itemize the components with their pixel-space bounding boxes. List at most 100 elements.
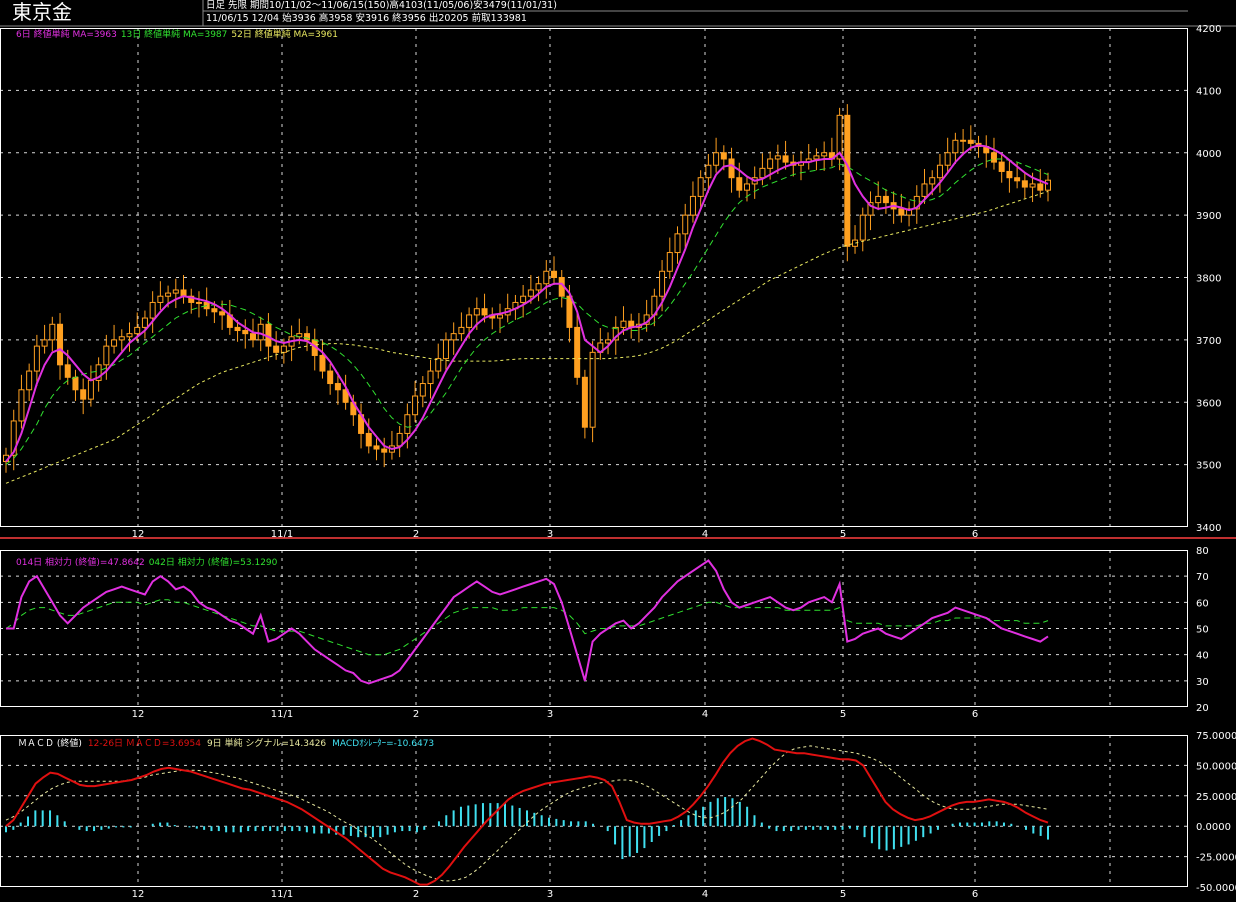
candle-body <box>365 432 372 447</box>
legend-rsi14: 014日 相対力 (終値)=47.8642 <box>16 556 145 568</box>
candle-body <box>327 370 334 385</box>
candle-body <box>1045 179 1051 191</box>
x-tick-label: 5 <box>840 889 846 900</box>
candle-body <box>103 345 110 366</box>
candle-body <box>466 314 473 328</box>
candle-body <box>551 270 558 279</box>
candle-body <box>126 333 133 338</box>
candle-body <box>496 314 503 319</box>
candle-body <box>713 152 720 166</box>
candle-body <box>450 333 457 341</box>
candle-body <box>882 195 889 204</box>
y-tick-label: 40 <box>1196 651 1209 662</box>
x-tick-label: 3 <box>547 889 553 900</box>
candle-body <box>998 161 1005 172</box>
candle-body <box>990 152 997 163</box>
macd-histogram <box>5 797 1049 860</box>
x-tick-label: 4 <box>702 889 708 900</box>
y-tick-label: 4200 <box>1196 24 1221 35</box>
candle-body <box>64 364 71 378</box>
rsi14-line <box>6 559 1049 685</box>
candle-body <box>535 283 542 291</box>
candle-body <box>1021 180 1028 188</box>
legend-macd: 12-26日 ＭＡＣＤ=3.6954 <box>88 738 201 749</box>
candle-body <box>157 295 164 303</box>
legend-ma52: 52日 終値単純 MA=3961 <box>231 28 338 40</box>
y-tick-label: 60 <box>1196 598 1209 609</box>
candle-body <box>18 389 25 422</box>
candle-body <box>921 183 928 197</box>
macd-panel: 75.0000 50.0000 25.0000 0.0000 -25.0000 -50.0… <box>0 731 1236 900</box>
candle-body <box>172 289 179 294</box>
legend-ma13: 13日 終値単純 MA=3987 <box>121 28 228 40</box>
candle-body <box>280 345 287 353</box>
candle-body <box>689 195 696 216</box>
candle-body <box>242 330 249 335</box>
candle-body <box>33 345 40 372</box>
candle-body <box>697 177 704 197</box>
candle-body <box>1029 183 1036 188</box>
candle-body <box>728 158 735 179</box>
candle-body <box>273 345 280 353</box>
y-tick-label: -50.0000 <box>1196 883 1236 894</box>
candle-body <box>211 308 218 313</box>
candle-body <box>234 326 241 332</box>
x-tick-label: 11/1 <box>271 889 293 900</box>
candle-body <box>952 139 959 154</box>
candle-body <box>49 323 56 341</box>
macd-panel-border <box>0 735 1188 887</box>
candle-body <box>149 301 156 319</box>
candle-body <box>682 214 689 235</box>
rsi-panel: 80 70 60 50 40 30 20 12 11/1 2 3 4 5 6 014日 相対力 (終値)=4… <box>0 546 1209 720</box>
candle-body <box>944 152 951 166</box>
candle-body <box>821 152 828 157</box>
legend-signal: 9日 単純 シグナル=14.3426 <box>207 737 326 749</box>
candle-body <box>442 339 449 360</box>
y-tick-label: 4000 <box>1196 149 1221 160</box>
y-tick-label: 80 <box>1196 546 1209 557</box>
x-tick-label: 3 <box>547 709 553 720</box>
candle-body <box>736 177 743 191</box>
candle-body <box>219 311 226 316</box>
candle-body <box>543 270 550 285</box>
x-tick-label: 11/1 <box>271 709 293 720</box>
candle-body <box>396 432 403 447</box>
candle-body <box>319 354 326 372</box>
candle-body <box>813 155 820 160</box>
y-tick-label: 30 <box>1196 677 1209 688</box>
candle-body <box>257 323 264 341</box>
candle-body <box>134 326 141 335</box>
y-tick-label: 50 <box>1196 625 1209 636</box>
candle-body <box>743 183 750 191</box>
candle-body <box>782 155 789 163</box>
y-tick-label: 75.0000 <box>1196 731 1236 742</box>
y-tick-label: 3700 <box>1196 336 1221 347</box>
candle-body <box>674 233 681 254</box>
candle-body <box>118 336 125 341</box>
price-panel: 42004100400039003800370036003500340012 11… <box>0 24 1236 540</box>
legend-title: ＭＡＣＤ (終値) <box>18 737 82 749</box>
y-tick-label: 3800 <box>1196 274 1221 285</box>
candle-body <box>967 139 974 144</box>
y-tick-label: 50.0000 <box>1196 761 1236 772</box>
candle-body <box>898 208 905 216</box>
candle-body <box>720 152 727 160</box>
candle-body <box>435 358 442 372</box>
candle-body <box>527 289 534 297</box>
x-tick-label: 5 <box>840 709 846 720</box>
chart-canvas[interactable]: 4200 4100 4000 3900 3800 3700 3600 3500 3400 12 11… <box>0 0 1236 902</box>
candle-body <box>666 252 673 272</box>
x-tick-label: 2 <box>413 709 419 720</box>
candle-body <box>373 445 380 450</box>
y-tick-label: 4100 <box>1196 86 1221 97</box>
candle-body <box>936 164 943 179</box>
candle-body <box>859 214 866 241</box>
candle-body <box>111 339 118 347</box>
y-tick-label: 20 <box>1196 703 1209 714</box>
candle-body <box>659 270 666 297</box>
candle-body <box>481 308 488 316</box>
candle-body <box>589 351 596 428</box>
y-tick-label: 3900 <box>1196 211 1221 222</box>
x-tick-label: 12 <box>132 709 145 720</box>
macd-legend: ＭＡＣＤ (終値) 12-26日 ＭＡＣＤ=3.6954 9日 単純 シグナル=14… <box>18 737 434 749</box>
